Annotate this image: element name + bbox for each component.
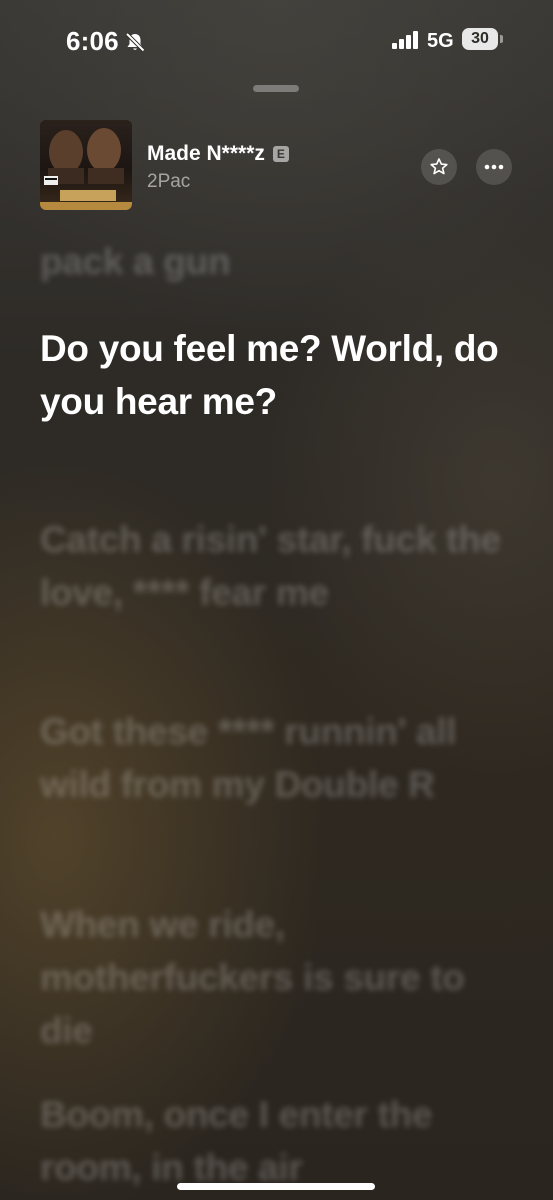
battery-cap bbox=[500, 35, 503, 43]
song-title[interactable]: Made N****z bbox=[147, 142, 265, 166]
status-bar: 6:06 5G 30 bbox=[0, 0, 553, 80]
album-artwork bbox=[40, 120, 132, 210]
home-indicator[interactable] bbox=[177, 1183, 375, 1190]
song-title-row[interactable]: Made N****z E bbox=[147, 142, 289, 166]
bell-off-icon bbox=[125, 32, 145, 52]
lyric-line[interactable]: Boom, once I enter the room, in the air bbox=[40, 1088, 510, 1194]
favorite-button[interactable] bbox=[421, 149, 457, 185]
network-type: 5G bbox=[427, 30, 454, 52]
lyric-line[interactable]: When we ride, motherfuckers is sure to d… bbox=[40, 898, 510, 1057]
status-time: 6:06 bbox=[66, 26, 119, 56]
battery-indicator: 30 bbox=[462, 28, 498, 50]
artist-name[interactable]: 2Pac bbox=[147, 171, 190, 193]
explicit-badge: E bbox=[272, 146, 289, 162]
lyric-line-current[interactable]: Do you feel me? World, do you hear me? bbox=[40, 322, 510, 428]
lyric-line[interactable]: Got these **** runnin' all wild from my … bbox=[40, 705, 510, 811]
star-icon bbox=[430, 158, 448, 175]
more-options-button[interactable] bbox=[476, 149, 512, 185]
ellipsis-icon bbox=[484, 164, 504, 170]
lyric-line-previous[interactable]: pack a gun bbox=[40, 235, 510, 288]
album-artwork-image bbox=[40, 120, 132, 210]
cellular-signal-icon bbox=[392, 31, 418, 49]
lyric-line[interactable]: Catch a risin' star, fuck the love, ****… bbox=[40, 513, 510, 619]
sheet-grabber[interactable] bbox=[253, 85, 299, 92]
